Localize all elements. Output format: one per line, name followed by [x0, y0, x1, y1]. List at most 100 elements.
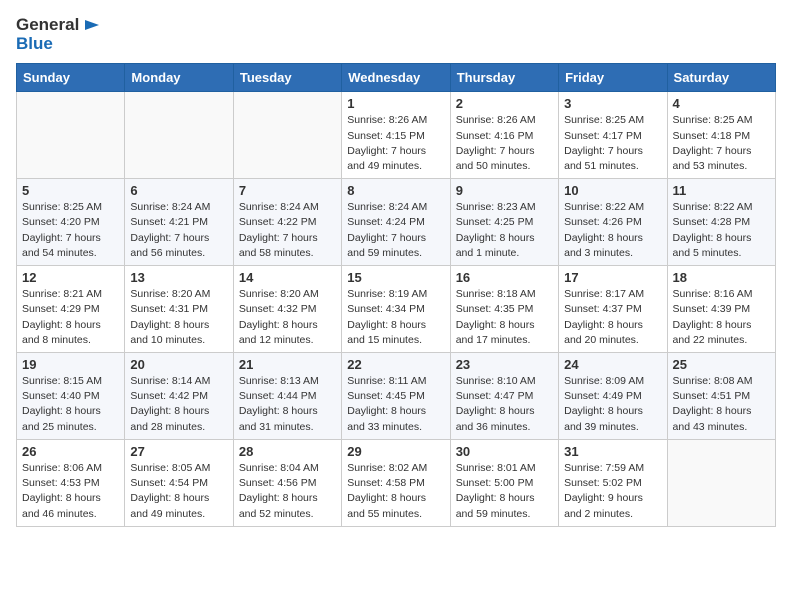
calendar-cell: 10 Sunrise: 8:22 AM Sunset: 4:26 PM Dayli…: [559, 179, 667, 266]
calendar-cell: 1 Sunrise: 8:26 AM Sunset: 4:15 PM Daylig…: [342, 92, 450, 179]
day-info: Sunrise: 8:20 AM Sunset: 4:32 PM Dayligh…: [239, 287, 336, 348]
day-info: Sunrise: 8:25 AM Sunset: 4:17 PM Dayligh…: [564, 113, 661, 174]
day-info: Sunrise: 8:04 AM Sunset: 4:56 PM Dayligh…: [239, 461, 336, 522]
calendar-cell: 18Sunrise: 8:16 AM Sunset: 4:39 PM Dayli…: [667, 266, 775, 353]
day-info: Sunrise: 8:26 AM Sunset: 4:16 PM Dayligh…: [456, 113, 553, 174]
day-number: 21: [239, 357, 336, 372]
day-number: 26: [22, 444, 119, 459]
calendar-cell: 29 Sunrise: 8:02 AM Sunset: 4:58 PM Dayli…: [342, 439, 450, 526]
calendar-cell: 19 Sunrise: 8:15 AM Sunset: 4:40 PM Dayli…: [17, 353, 125, 440]
calendar-cell: 24 Sunrise: 8:09 AM Sunset: 4:49 PM Dayli…: [559, 353, 667, 440]
day-info: Sunrise: 8:13 AM Sunset: 4:44 PM Dayligh…: [239, 374, 336, 435]
week-row-4: 19 Sunrise: 8:15 AM Sunset: 4:40 PM Dayli…: [17, 353, 776, 440]
calendar-cell: 11Sunrise: 8:22 AM Sunset: 4:28 PM Dayli…: [667, 179, 775, 266]
calendar-cell: 16 Sunrise: 8:18 AM Sunset: 4:35 PM Dayli…: [450, 266, 558, 353]
weekday-header-sunday: Sunday: [17, 64, 125, 92]
calendar-table: SundayMondayTuesdayWednesdayThursdayFrid…: [16, 63, 776, 526]
calendar-cell: [125, 92, 233, 179]
day-number: 28: [239, 444, 336, 459]
day-number: 5: [22, 183, 119, 198]
day-number: 15: [347, 270, 444, 285]
logo-blue-text: Blue: [16, 35, 99, 54]
calendar-cell: 4Sunrise: 8:25 AM Sunset: 4:18 PM Daylig…: [667, 92, 775, 179]
calendar-cell: 6Sunrise: 8:24 AM Sunset: 4:21 PM Daylig…: [125, 179, 233, 266]
day-number: 31: [564, 444, 661, 459]
day-info: Sunrise: 8:05 AM Sunset: 4:54 PM Dayligh…: [130, 461, 227, 522]
week-row-2: 5 Sunrise: 8:25 AM Sunset: 4:20 PM Daylig…: [17, 179, 776, 266]
day-number: 14: [239, 270, 336, 285]
day-number: 13: [130, 270, 227, 285]
day-number: 22: [347, 357, 444, 372]
weekday-header-wednesday: Wednesday: [342, 64, 450, 92]
day-info: Sunrise: 8:25 AM Sunset: 4:20 PM Dayligh…: [22, 200, 119, 261]
weekday-header-monday: Monday: [125, 64, 233, 92]
day-info: Sunrise: 8:26 AM Sunset: 4:15 PM Dayligh…: [347, 113, 444, 174]
calendar-cell: 26 Sunrise: 8:06 AM Sunset: 4:53 PM Dayli…: [17, 439, 125, 526]
logo-general-text: General: [16, 16, 79, 35]
calendar-cell: 13 Sunrise: 8:20 AM Sunset: 4:31 PM Dayli…: [125, 266, 233, 353]
week-row-3: 12 Sunrise: 8:21 AM Sunset: 4:29 PM Dayli…: [17, 266, 776, 353]
calendar-cell: 31 Sunrise: 7:59 AM Sunset: 5:02 PM Dayli…: [559, 439, 667, 526]
weekday-header-row: SundayMondayTuesdayWednesdayThursdayFrid…: [17, 64, 776, 92]
logo-arrow-icon: [81, 16, 99, 34]
weekday-header-saturday: Saturday: [667, 64, 775, 92]
day-info: Sunrise: 8:17 AM Sunset: 4:37 PM Dayligh…: [564, 287, 661, 348]
calendar-cell: 12 Sunrise: 8:21 AM Sunset: 4:29 PM Dayli…: [17, 266, 125, 353]
day-number: 25: [673, 357, 770, 372]
day-number: 18: [673, 270, 770, 285]
day-info: Sunrise: 8:22 AM Sunset: 4:26 PM Dayligh…: [564, 200, 661, 261]
day-number: 3: [564, 96, 661, 111]
calendar-cell: 17 Sunrise: 8:17 AM Sunset: 4:37 PM Dayli…: [559, 266, 667, 353]
day-info: Sunrise: 8:06 AM Sunset: 4:53 PM Dayligh…: [22, 461, 119, 522]
day-info: Sunrise: 8:24 AM Sunset: 4:24 PM Dayligh…: [347, 200, 444, 261]
calendar-cell: 28 Sunrise: 8:04 AM Sunset: 4:56 PM Dayli…: [233, 439, 341, 526]
day-number: 20: [130, 357, 227, 372]
day-number: 16: [456, 270, 553, 285]
calendar-cell: 15 Sunrise: 8:19 AM Sunset: 4:34 PM Dayli…: [342, 266, 450, 353]
day-number: 11: [673, 183, 770, 198]
day-number: 23: [456, 357, 553, 372]
day-number: 29: [347, 444, 444, 459]
day-info: Sunrise: 8:15 AM Sunset: 4:40 PM Dayligh…: [22, 374, 119, 435]
day-number: 8: [347, 183, 444, 198]
logo: GeneralBlue: [16, 16, 99, 53]
calendar-cell: 2 Sunrise: 8:26 AM Sunset: 4:16 PM Daylig…: [450, 92, 558, 179]
calendar-cell: 5 Sunrise: 8:25 AM Sunset: 4:20 PM Daylig…: [17, 179, 125, 266]
calendar-cell: 27Sunrise: 8:05 AM Sunset: 4:54 PM Dayli…: [125, 439, 233, 526]
day-number: 9: [456, 183, 553, 198]
calendar-cell: 23 Sunrise: 8:10 AM Sunset: 4:47 PM Dayli…: [450, 353, 558, 440]
day-info: Sunrise: 8:23 AM Sunset: 4:25 PM Dayligh…: [456, 200, 553, 261]
day-number: 30: [456, 444, 553, 459]
day-info: Sunrise: 7:59 AM Sunset: 5:02 PM Dayligh…: [564, 461, 661, 522]
day-info: Sunrise: 8:18 AM Sunset: 4:35 PM Dayligh…: [456, 287, 553, 348]
weekday-header-thursday: Thursday: [450, 64, 558, 92]
calendar-cell: 21 Sunrise: 8:13 AM Sunset: 4:44 PM Dayli…: [233, 353, 341, 440]
day-number: 1: [347, 96, 444, 111]
day-number: 24: [564, 357, 661, 372]
day-info: Sunrise: 8:02 AM Sunset: 4:58 PM Dayligh…: [347, 461, 444, 522]
calendar-cell: 9 Sunrise: 8:23 AM Sunset: 4:25 PM Daylig…: [450, 179, 558, 266]
day-info: Sunrise: 8:24 AM Sunset: 4:22 PM Dayligh…: [239, 200, 336, 261]
day-number: 19: [22, 357, 119, 372]
calendar-cell: 25 Sunrise: 8:08 AM Sunset: 4:51 PM Dayli…: [667, 353, 775, 440]
day-number: 6: [130, 183, 227, 198]
day-info: Sunrise: 8:08 AM Sunset: 4:51 PM Dayligh…: [673, 374, 770, 435]
day-number: 12: [22, 270, 119, 285]
day-number: 2: [456, 96, 553, 111]
day-number: 17: [564, 270, 661, 285]
day-info: Sunrise: 8:10 AM Sunset: 4:47 PM Dayligh…: [456, 374, 553, 435]
day-info: Sunrise: 8:14 AM Sunset: 4:42 PM Dayligh…: [130, 374, 227, 435]
day-info: Sunrise: 8:20 AM Sunset: 4:31 PM Dayligh…: [130, 287, 227, 348]
weekday-header-friday: Friday: [559, 64, 667, 92]
day-info: Sunrise: 8:19 AM Sunset: 4:34 PM Dayligh…: [347, 287, 444, 348]
day-info: Sunrise: 8:21 AM Sunset: 4:29 PM Dayligh…: [22, 287, 119, 348]
week-row-1: 1 Sunrise: 8:26 AM Sunset: 4:15 PM Daylig…: [17, 92, 776, 179]
calendar-cell: 14 Sunrise: 8:20 AM Sunset: 4:32 PM Dayli…: [233, 266, 341, 353]
calendar-cell: [667, 439, 775, 526]
weekday-header-tuesday: Tuesday: [233, 64, 341, 92]
calendar-cell: 3 Sunrise: 8:25 AM Sunset: 4:17 PM Daylig…: [559, 92, 667, 179]
day-number: 10: [564, 183, 661, 198]
day-info: Sunrise: 8:09 AM Sunset: 4:49 PM Dayligh…: [564, 374, 661, 435]
header: GeneralBlue: [16, 16, 776, 53]
week-row-5: 26 Sunrise: 8:06 AM Sunset: 4:53 PM Dayli…: [17, 439, 776, 526]
